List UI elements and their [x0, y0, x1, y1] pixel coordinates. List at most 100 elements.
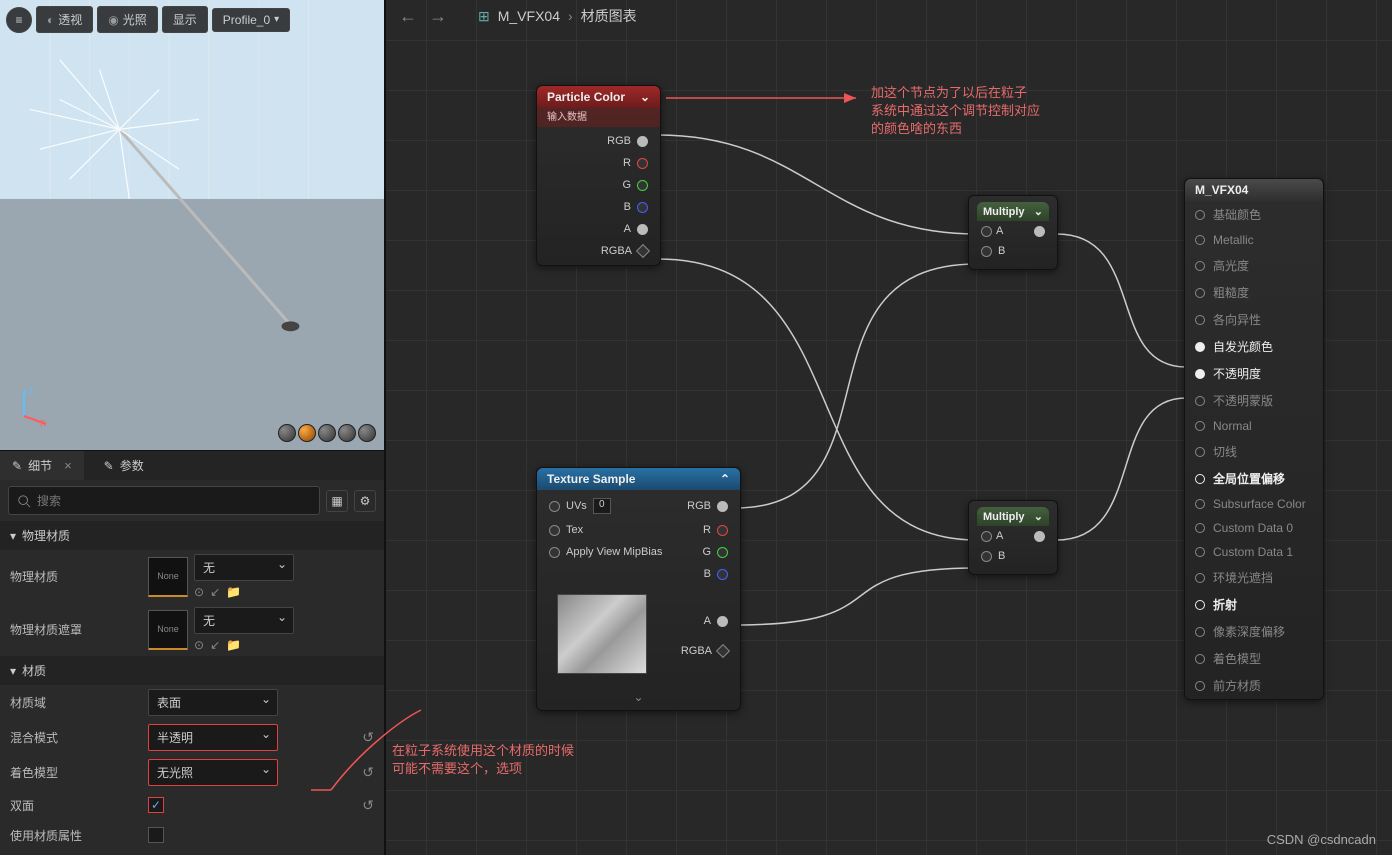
- dropdown-domain[interactable]: 表面: [148, 689, 278, 716]
- pin-in-a[interactable]: [981, 226, 992, 237]
- pin-in-b[interactable]: [981, 246, 992, 257]
- tab-details[interactable]: ✎ 细节 ×: [0, 451, 84, 480]
- output-pin[interactable]: [1195, 547, 1205, 557]
- chevron-up-icon[interactable]: ⌃: [720, 472, 730, 486]
- asset-thumb-physmat[interactable]: None: [148, 557, 188, 597]
- output-pin[interactable]: [1195, 342, 1205, 352]
- dropdown-blend[interactable]: 半透明: [148, 724, 278, 751]
- output-pin-row[interactable]: 环境光遮挡: [1185, 564, 1323, 591]
- pin-out-a[interactable]: [717, 616, 728, 627]
- output-pin-row[interactable]: 全局位置偏移: [1185, 465, 1323, 492]
- output-pin-row[interactable]: Custom Data 1: [1185, 540, 1323, 564]
- pin-uvs[interactable]: [549, 501, 560, 512]
- output-pin-row[interactable]: 着色模型: [1185, 645, 1323, 672]
- pin-b[interactable]: [637, 202, 648, 213]
- output-pin[interactable]: [1195, 421, 1205, 431]
- nav-fwd-button[interactable]: →: [428, 6, 448, 26]
- viewport-profile-button[interactable]: Profile_0▾: [212, 8, 290, 32]
- chevron-down-icon[interactable]: ⌄: [1034, 205, 1043, 218]
- pin-rgba[interactable]: [636, 244, 650, 258]
- breadcrumb-graph[interactable]: 材质图表: [581, 6, 637, 26]
- search-input[interactable]: 搜索: [8, 486, 320, 515]
- viewport-menu-button[interactable]: ≡: [6, 7, 32, 33]
- dropdown-physmat[interactable]: 无: [194, 554, 294, 581]
- output-pin-row[interactable]: 各向异性: [1185, 306, 1323, 333]
- chevron-down-icon[interactable]: ⌄: [541, 686, 736, 704]
- output-pin[interactable]: [1195, 654, 1205, 664]
- breadcrumb-mat[interactable]: M_VFX04: [498, 8, 560, 24]
- browse-icon[interactable]: ⊙: [194, 638, 204, 652]
- pin-out-b[interactable]: [717, 569, 728, 580]
- node-texture-sample[interactable]: Texture Sample⌃ UVs0 RGB Tex R Apply Vie…: [536, 467, 741, 711]
- section-physical-material[interactable]: ▾物理材质: [0, 521, 384, 550]
- uv-value[interactable]: 0: [593, 498, 611, 514]
- material-graph[interactable]: ← → ⊞ M_VFX04 › 材质图表 Particle Color⌄ 输入数…: [386, 0, 1392, 855]
- pin-tex[interactable]: [549, 525, 560, 536]
- output-pin-row[interactable]: 像素深度偏移: [1185, 618, 1323, 645]
- output-pin-row[interactable]: 不透明度: [1185, 360, 1323, 387]
- gear-icon[interactable]: ⚙: [354, 490, 376, 512]
- tab-params[interactable]: ✎ 参数: [92, 451, 156, 480]
- output-pin[interactable]: [1195, 573, 1205, 583]
- grid-icon[interactable]: ▦: [326, 490, 348, 512]
- node-multiply-top[interactable]: Multiply⌄ A B: [968, 195, 1058, 270]
- browse-icon[interactable]: ⊙: [194, 585, 204, 599]
- pin-out[interactable]: [1034, 226, 1045, 237]
- viewport-perspective-button[interactable]: ◐透视: [36, 6, 93, 33]
- pin-in-a[interactable]: [981, 531, 992, 542]
- viewport-preview-shapes[interactable]: [278, 424, 376, 442]
- dropdown-physmask[interactable]: 无: [194, 607, 294, 634]
- use-icon[interactable]: ↙: [210, 638, 220, 652]
- nav-back-button[interactable]: ←: [398, 6, 418, 26]
- output-pin[interactable]: [1195, 315, 1205, 325]
- checkbox-twosided[interactable]: ✓: [148, 797, 164, 813]
- pin-in-b[interactable]: [981, 551, 992, 562]
- output-pin-row[interactable]: Subsurface Color: [1185, 492, 1323, 516]
- pin-out[interactable]: [1034, 531, 1045, 542]
- output-pin[interactable]: [1195, 499, 1205, 509]
- find-icon[interactable]: 📁: [226, 638, 241, 652]
- output-pin[interactable]: [1195, 396, 1205, 406]
- output-pin-row[interactable]: Custom Data 0: [1185, 516, 1323, 540]
- pin-rgb[interactable]: [637, 136, 648, 147]
- dropdown-shading[interactable]: 无光照: [148, 759, 278, 786]
- output-pin[interactable]: [1195, 523, 1205, 533]
- output-pin-row[interactable]: 高光度: [1185, 252, 1323, 279]
- checkbox-useattr[interactable]: [148, 827, 164, 843]
- output-pin-row[interactable]: 粗糙度: [1185, 279, 1323, 306]
- viewport-show-button[interactable]: 显示: [162, 6, 208, 33]
- output-pin[interactable]: [1195, 288, 1205, 298]
- pin-out-rgba[interactable]: [716, 644, 730, 658]
- output-pin-row[interactable]: 自发光颜色: [1185, 333, 1323, 360]
- pin-out-r[interactable]: [717, 525, 728, 536]
- pin-out-rgb[interactable]: [717, 501, 728, 512]
- output-pin[interactable]: [1195, 210, 1205, 220]
- use-icon[interactable]: ↙: [210, 585, 220, 599]
- output-pin[interactable]: [1195, 369, 1205, 379]
- pin-r[interactable]: [637, 158, 648, 169]
- chevron-down-icon[interactable]: ⌄: [640, 90, 650, 104]
- output-pin-row[interactable]: 折射: [1185, 591, 1323, 618]
- output-pin[interactable]: [1195, 600, 1205, 610]
- node-material-output[interactable]: M_VFX04 基础颜色Metallic高光度粗糙度各向异性自发光颜色不透明度不…: [1184, 178, 1324, 700]
- pin-out-g[interactable]: [717, 547, 728, 558]
- asset-thumb-physmask[interactable]: None: [148, 610, 188, 650]
- viewport[interactable]: ≡ ◐透视 ◉光照 显示 Profile_0▾ Z X: [0, 0, 384, 450]
- output-pin[interactable]: [1195, 627, 1205, 637]
- pin-g[interactable]: [637, 180, 648, 191]
- node-particle-color[interactable]: Particle Color⌄ 输入数据 RGB R G B A RGBA: [536, 85, 661, 266]
- output-pin-row[interactable]: 前方材质: [1185, 672, 1323, 699]
- chevron-down-icon[interactable]: ⌄: [1034, 510, 1043, 523]
- node-multiply-bottom[interactable]: Multiply⌄ A B: [968, 500, 1058, 575]
- viewport-lit-button[interactable]: ◉光照: [97, 6, 158, 33]
- output-pin[interactable]: [1195, 235, 1205, 245]
- output-pin-row[interactable]: 基础颜色: [1185, 201, 1323, 228]
- output-pin-row[interactable]: Normal: [1185, 414, 1323, 438]
- pin-mipbias[interactable]: [549, 547, 560, 558]
- output-pin-row[interactable]: Metallic: [1185, 228, 1323, 252]
- output-pin[interactable]: [1195, 681, 1205, 691]
- output-pin[interactable]: [1195, 474, 1205, 484]
- texture-preview[interactable]: [557, 594, 647, 674]
- output-pin[interactable]: [1195, 447, 1205, 457]
- output-pin[interactable]: [1195, 261, 1205, 271]
